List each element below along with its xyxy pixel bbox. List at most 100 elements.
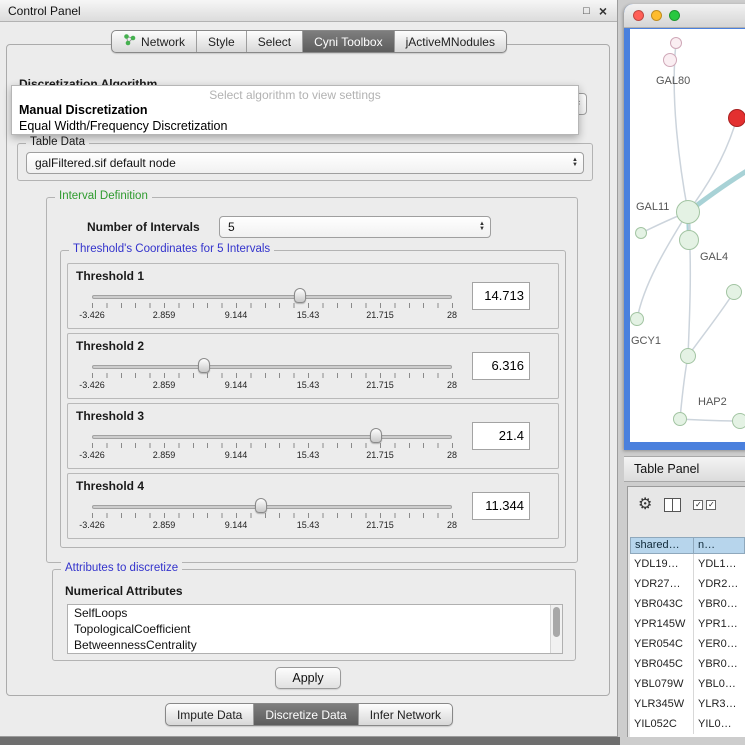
table-row[interactable]: YDL19…YDL1… xyxy=(630,554,745,574)
cell-name[interactable]: YDL1… xyxy=(694,554,745,574)
slider-track[interactable] xyxy=(92,295,452,299)
network-node[interactable] xyxy=(630,312,644,326)
close-button[interactable] xyxy=(633,10,644,21)
slider-thumb[interactable] xyxy=(294,288,306,303)
list-item-topologicalcoefficient[interactable]: TopologicalCoefficient xyxy=(68,621,562,637)
threshold-value-input[interactable]: 14.713 xyxy=(472,282,530,310)
zoom-button[interactable] xyxy=(669,10,680,21)
threshold-slider[interactable]: -3.4262.8599.14415.4321.71528 xyxy=(84,426,461,468)
thresholds-group-title: Threshold's Coordinates for 5 Intervals xyxy=(69,243,274,255)
threshold-value-input[interactable]: 21.4 xyxy=(472,422,530,450)
list-item-selfloops[interactable]: SelfLoops xyxy=(68,605,562,621)
slider-track[interactable] xyxy=(92,505,452,509)
column-header-shared-name[interactable]: shared… xyxy=(630,537,694,554)
slider-track[interactable] xyxy=(92,365,452,369)
network-node[interactable] xyxy=(670,37,682,49)
columns-icon[interactable] xyxy=(664,498,681,512)
cell-shared-name[interactable]: YPR145W xyxy=(630,614,694,634)
cell-shared-name[interactable]: YBL079W xyxy=(630,674,694,694)
network-node[interactable] xyxy=(635,227,647,239)
dropdown-item-manual-discretization[interactable]: Manual Discretization xyxy=(12,102,578,118)
tick-label: -3.426 xyxy=(79,450,105,460)
table-row[interactable]: YBR045CYBR0… xyxy=(630,654,745,674)
network-node[interactable] xyxy=(663,53,677,67)
tab-style[interactable]: Style xyxy=(196,31,246,52)
table-row[interactable]: YDR27…YDR2… xyxy=(630,574,745,594)
cell-shared-name[interactable]: YIL052C xyxy=(630,714,694,734)
cell-name[interactable]: YLR3… xyxy=(694,694,745,714)
dropdown-item-equal-width-frequency-discretization[interactable]: Equal Width/Frequency Discretization xyxy=(12,118,578,134)
dropdown-header: Select algorithm to view settings xyxy=(12,86,578,102)
network-node[interactable] xyxy=(673,412,687,426)
list-item-betweennesscentrality[interactable]: BetweennessCentrality xyxy=(68,637,562,653)
network-canvas[interactable]: GAL80GAL11GAL4GCY1HAP2 xyxy=(630,29,745,442)
number-of-intervals-value: 5 xyxy=(220,220,474,234)
cell-name[interactable]: YBL0… xyxy=(694,674,745,694)
table-data-combobox[interactable]: galFiltered.sif default node ▲▼ xyxy=(26,152,584,174)
tab-label: Infer Network xyxy=(370,705,441,725)
table-row[interactable]: YBL079WYBL0… xyxy=(630,674,745,694)
scrollbar-thumb[interactable] xyxy=(553,607,560,637)
tab-jactivemnodules[interactable]: jActiveMNodules xyxy=(394,31,506,52)
threshold-value-input[interactable]: 6.316 xyxy=(472,352,530,380)
tick-label: 2.859 xyxy=(153,450,176,460)
slider-track[interactable] xyxy=(92,435,452,439)
column-header-name[interactable]: n… xyxy=(694,537,745,554)
control-panel-titlebar: Control Panel □ × xyxy=(0,0,617,22)
slider-thumb[interactable] xyxy=(255,498,267,513)
gear-icon[interactable]: ⚙ xyxy=(638,497,652,513)
tab-label: Network xyxy=(141,32,185,52)
threshold-panel: Threshold 4 -3.4262.8599.14415.4321.7152… xyxy=(67,473,559,539)
cell-name[interactable]: YDR2… xyxy=(694,574,745,594)
cell-shared-name[interactable]: YDR27… xyxy=(630,574,694,594)
cell-shared-name[interactable]: YLR345W xyxy=(630,694,694,714)
checkbox-icon[interactable]: ✓ xyxy=(693,500,703,510)
table-row[interactable]: YBR043CYBR0… xyxy=(630,594,745,614)
tick-label: 2.859 xyxy=(153,310,176,320)
cell-name[interactable]: YBR0… xyxy=(694,594,745,614)
slider-thumb[interactable] xyxy=(198,358,210,373)
threshold-slider[interactable]: -3.4262.8599.14415.4321.71528 xyxy=(84,356,461,398)
cell-shared-name[interactable]: YBR043C xyxy=(630,594,694,614)
cell-shared-name[interactable]: YBR045C xyxy=(630,654,694,674)
cell-name[interactable]: YER0… xyxy=(694,634,745,654)
threshold-slider[interactable]: -3.4262.8599.14415.4321.71528 xyxy=(84,496,461,538)
bottom-tab-discretize-data[interactable]: Discretize Data xyxy=(253,704,357,725)
network-node[interactable] xyxy=(680,348,696,364)
slider-thumb[interactable] xyxy=(370,428,382,443)
network-node[interactable] xyxy=(732,413,745,429)
checkbox-icon[interactable]: ✓ xyxy=(706,500,716,510)
numerical-attributes-list[interactable]: SelfLoopsTopologicalCoefficientBetweenne… xyxy=(67,604,563,654)
tick-label: 2.859 xyxy=(153,520,176,530)
bottom-tab-infer-network[interactable]: Infer Network xyxy=(358,704,452,725)
table-row[interactable]: YLR345WYLR3… xyxy=(630,694,745,714)
list-scrollbar[interactable] xyxy=(550,605,562,653)
network-node[interactable] xyxy=(728,109,745,127)
network-node[interactable] xyxy=(676,200,700,224)
table-row[interactable]: YIL052CYIL0… xyxy=(630,714,745,734)
threshold-value-input[interactable]: 11.344 xyxy=(472,492,530,520)
float-window-icon[interactable]: □ xyxy=(583,5,590,17)
combobox-stepper-icon: ▲▼ xyxy=(567,158,583,168)
network-icon xyxy=(123,32,136,52)
cell-name[interactable]: YPR1… xyxy=(694,614,745,634)
close-icon[interactable]: × xyxy=(599,4,607,18)
network-view-window: GAL80GAL11GAL4GCY1HAP2 xyxy=(624,4,745,450)
network-node[interactable] xyxy=(679,230,699,250)
tick-label: 15.43 xyxy=(297,310,320,320)
table-row[interactable]: YER054CYER0… xyxy=(630,634,745,654)
minimize-button[interactable] xyxy=(651,10,662,21)
cell-name[interactable]: YIL0… xyxy=(694,714,745,734)
tab-network[interactable]: Network xyxy=(112,31,196,52)
number-of-intervals-combobox[interactable]: 5 ▲▼ xyxy=(219,216,491,238)
cell-shared-name[interactable]: YDL19… xyxy=(630,554,694,574)
tab-cyni-toolbox[interactable]: Cyni Toolbox xyxy=(302,31,393,52)
apply-button[interactable]: Apply xyxy=(275,667,341,689)
network-node[interactable] xyxy=(726,284,742,300)
table-row[interactable]: YPR145WYPR1… xyxy=(630,614,745,634)
cell-name[interactable]: YBR0… xyxy=(694,654,745,674)
threshold-slider[interactable]: -3.4262.8599.14415.4321.71528 xyxy=(84,286,461,328)
cell-shared-name[interactable]: YER054C xyxy=(630,634,694,654)
bottom-tab-impute-data[interactable]: Impute Data xyxy=(166,704,253,725)
tab-select[interactable]: Select xyxy=(246,31,302,52)
